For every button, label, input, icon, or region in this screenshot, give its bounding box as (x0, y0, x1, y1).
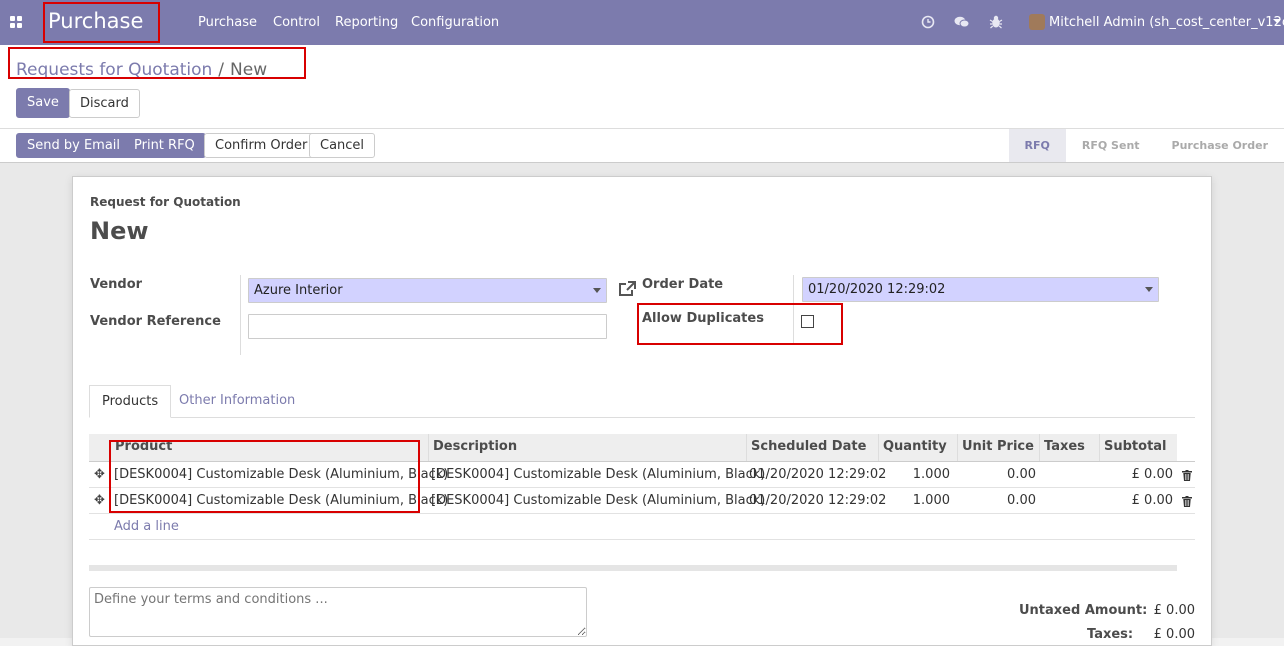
caret-down-icon[interactable] (1273, 19, 1281, 23)
external-link-icon[interactable] (618, 280, 638, 298)
doc-type-label: Request for Quotation (90, 195, 241, 209)
order-date-field[interactable]: 01/20/2020 12:29:02 (802, 277, 1159, 302)
breadcrumb-parent[interactable]: Requests for Quotation (16, 60, 212, 80)
bug-icon[interactable] (989, 14, 1003, 29)
stage-rfq[interactable]: RFQ (1008, 129, 1066, 162)
terms-conditions-textarea[interactable] (89, 587, 587, 637)
drag-handle-icon[interactable]: ✥ (94, 467, 105, 482)
row-divider (89, 513, 1195, 514)
breadcrumb-separator: / (218, 60, 225, 80)
tab-other-information[interactable]: Other Information (167, 385, 307, 418)
print-rfq-button[interactable]: Print RFQ (123, 133, 206, 158)
caret-down-icon (1145, 287, 1153, 292)
notebook-tabs: Products Other Information (89, 385, 1195, 418)
drag-handle-icon[interactable]: ✥ (94, 493, 105, 508)
col-unit-price[interactable]: Unit Price (957, 434, 1039, 461)
taxes-value: £ 0.00 (1153, 627, 1195, 642)
menu-configuration[interactable]: Configuration (411, 15, 499, 30)
vendor-select[interactable]: Azure Interior (248, 278, 607, 303)
send-by-email-button[interactable]: Send by Email (16, 133, 132, 158)
stage-rfq-sent[interactable]: RFQ Sent (1066, 129, 1156, 162)
table-header-handle-cell (89, 434, 111, 461)
row-divider (89, 487, 1195, 488)
tab-products[interactable]: Products (89, 385, 172, 418)
row2-scheduled-date[interactable]: 01/20/2020 12:29:02 (749, 493, 886, 508)
status-bar: RFQ RFQ Sent Purchase Order (1008, 129, 1284, 162)
menu-purchase[interactable]: Purchase (198, 15, 257, 30)
vendor-value: Azure Interior (254, 283, 343, 298)
order-date-value: 01/20/2020 12:29:02 (808, 282, 946, 297)
clock-icon[interactable] (921, 15, 935, 29)
col-description[interactable]: Description (428, 434, 746, 461)
row1-scheduled-date[interactable]: 01/20/2020 12:29:02 (749, 467, 886, 482)
row2-product[interactable]: [DESK0004] Customizable Desk (Aluminium,… (114, 493, 448, 508)
untaxed-amount-label: Untaxed Amount: (1019, 603, 1148, 618)
discard-button[interactable]: Discard (69, 89, 140, 118)
taxes-label: Taxes: (1087, 627, 1134, 642)
row2-quantity[interactable]: 1.000 (878, 493, 950, 508)
chat-icon[interactable] (954, 15, 970, 29)
col-taxes[interactable]: Taxes (1039, 434, 1099, 461)
save-button[interactable]: Save (16, 88, 70, 118)
apps-grid-icon[interactable] (10, 16, 23, 29)
row1-unit-price[interactable]: 0.00 (957, 467, 1036, 482)
row2-unit-price[interactable]: 0.00 (957, 493, 1036, 508)
top-navbar: Purchase Purchase Control Reporting Conf… (0, 0, 1284, 45)
add-line-link[interactable]: Add a line (114, 519, 179, 534)
allow-duplicates-checkbox[interactable] (801, 315, 814, 328)
row1-description[interactable]: [DESK0004] Customizable Desk (Aluminium,… (431, 467, 765, 482)
col-scheduled-date[interactable]: Scheduled Date (746, 434, 878, 461)
col-quantity[interactable]: Quantity (878, 434, 957, 461)
trash-icon[interactable] (1182, 470, 1192, 481)
user-avatar[interactable] (1029, 14, 1045, 30)
field-divider (793, 275, 794, 345)
row-divider (89, 539, 1195, 540)
vendor-reference-label: Vendor Reference (90, 314, 221, 329)
col-subtotal[interactable]: Subtotal (1099, 434, 1177, 461)
order-date-label: Order Date (642, 277, 724, 292)
menu-control[interactable]: Control (273, 15, 320, 30)
user-menu[interactable]: Mitchell Admin (sh_cost_center_v12c) (1049, 15, 1284, 30)
field-divider (240, 275, 241, 355)
vendor-label: Vendor (90, 277, 143, 292)
cancel-button[interactable]: Cancel (309, 133, 376, 158)
section-separator (89, 565, 1177, 571)
form-header: Send by Email Print RFQ Confirm Order Ca… (0, 129, 1284, 163)
row2-subtotal: £ 0.00 (1131, 493, 1173, 508)
menu-reporting[interactable]: Reporting (335, 15, 398, 30)
row1-subtotal: £ 0.00 (1131, 467, 1173, 482)
stage-purchase-order[interactable]: Purchase Order (1156, 129, 1284, 162)
vendor-reference-input[interactable] (248, 314, 607, 339)
breadcrumb-current: New (230, 60, 268, 80)
app-brand[interactable]: Purchase (48, 9, 143, 33)
header-divider (89, 461, 1195, 462)
confirm-order-button[interactable]: Confirm Order (204, 133, 319, 158)
doc-title: New (90, 217, 149, 245)
untaxed-amount-value: £ 0.00 (1153, 603, 1195, 618)
row1-quantity[interactable]: 1.000 (878, 467, 950, 482)
form-sheet: Request for Quotation New Vendor Vendor … (72, 176, 1212, 646)
row2-description[interactable]: [DESK0004] Customizable Desk (Aluminium,… (431, 493, 765, 508)
caret-down-icon (593, 288, 601, 293)
breadcrumb: Requests for Quotation / New (16, 60, 267, 80)
control-panel: Requests for Quotation / New Save Discard (0, 45, 1284, 129)
trash-icon[interactable] (1182, 496, 1192, 507)
col-product[interactable]: Product (111, 434, 428, 461)
allow-duplicates-label: Allow Duplicates (642, 311, 764, 326)
row1-product[interactable]: [DESK0004] Customizable Desk (Aluminium,… (114, 467, 448, 482)
